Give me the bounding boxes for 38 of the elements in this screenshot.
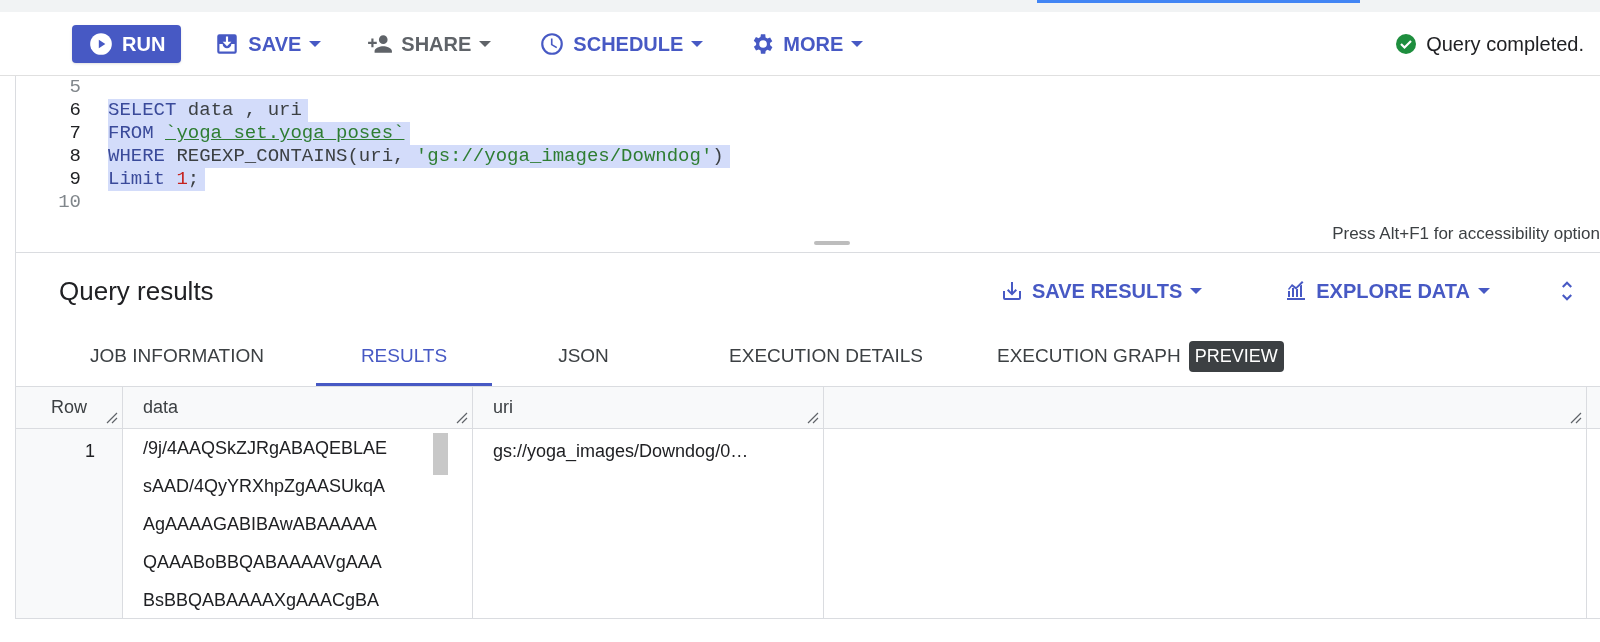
accessibility-hint: Press Alt+F1 for accessibility option [1332,223,1600,246]
line-number: 8 [68,144,82,170]
resize-grip-icon[interactable] [456,412,468,424]
tab[interactable]: JSON [492,329,675,386]
resize-grip-icon[interactable] [1570,412,1582,424]
play-icon [88,30,114,57]
table-cell-text: /9j/4AAQSkZJRgABAQEBLAE sAAD/4QyYRXhpZgAASUkqA AgAAAAGABIBAwABAAAAA QAAABoBBQABAAAAVgAAA BsBBQABAAAAXgAAACgBA [143,437,389,612]
line-number: 10 [57,190,82,216]
save-results-button[interactable]: SAVE RESULTS [999,276,1203,306]
row-number: 1 [85,441,95,461]
share-button[interactable]: SHARE [367,24,492,63]
line-number: 7 [68,121,82,147]
column-header: Row [51,396,87,419]
table-cell: gs://yoga_images/Downdog/0… [493,441,749,461]
resize-grip-icon[interactable] [807,412,819,424]
more-button[interactable]: MORE [749,24,864,63]
column-header: uri [493,396,513,419]
caret-icon [1190,288,1203,294]
run-button[interactable]: RUN [72,24,182,63]
line-number: 5 [68,76,82,101]
clock-icon [539,30,566,57]
tab[interactable]: EXECUTION DETAILS [675,329,977,386]
tab[interactable]: JOB INFORMATION [38,329,316,386]
resize-handle[interactable] [814,241,850,245]
check-circle-icon [1394,31,1419,56]
save-button[interactable]: SAVE [214,24,322,63]
line-number: 9 [68,167,82,193]
resize-grip-icon[interactable] [106,412,118,424]
schedule-button[interactable]: SCHEDULE [539,24,704,63]
line-number: 6 [68,98,82,124]
scrollbar-thumb[interactable] [433,433,448,475]
preview-badge: PREVIEW [1188,340,1284,372]
status-message: Query completed. [1426,31,1584,57]
explore-data-button[interactable]: EXPLORE DATA [1284,276,1490,306]
column-header: data [143,396,179,419]
caret-icon [1478,288,1490,294]
tab[interactable]: EXECUTION GRAPH PREVIEW [977,329,1304,386]
panel-title: Query results [59,274,214,308]
